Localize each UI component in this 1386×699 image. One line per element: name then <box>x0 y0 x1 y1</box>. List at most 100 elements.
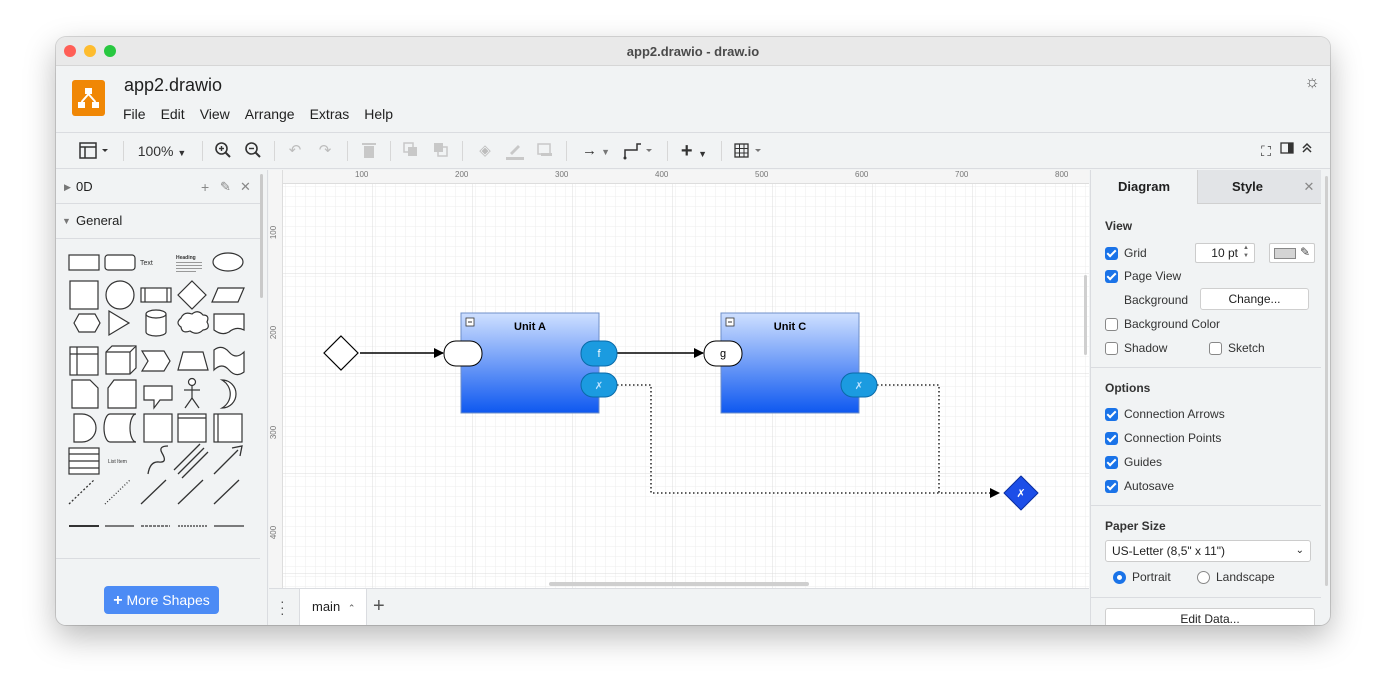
sun-icon[interactable]: ☼ <box>1304 72 1320 92</box>
edit-data-label: Edit Data... <box>1180 612 1240 625</box>
connection-style-icon[interactable]: → ▼ <box>576 141 616 161</box>
unit-a-input-port[interactable] <box>443 340 483 367</box>
grid-checkbox[interactable] <box>1105 246 1118 260</box>
guides-option[interactable]: Guides <box>1105 455 1162 469</box>
paper-size-select[interactable]: US-Letter (8,5" x 11") ⌄ <box>1105 540 1311 562</box>
unit-c-port-x-label: ✗ <box>855 381 863 392</box>
grid-color-button[interactable]: ✎ <box>1269 243 1315 263</box>
sidebar-section-0d[interactable]: ▶ 0D + ✎ ✕ <box>56 170 260 204</box>
collapse-toolbar-icon[interactable] <box>1298 141 1316 161</box>
close-icon[interactable]: ✕ <box>240 170 251 204</box>
chevron-up-icon[interactable]: ⌃ <box>348 603 356 613</box>
change-background-button[interactable]: Change... <box>1200 288 1309 310</box>
unit-a-block[interactable]: Unit A f ✗ <box>443 312 618 414</box>
shape-palette[interactable]: Text Heading List Item <box>64 248 250 548</box>
close-panel-icon[interactable]: ✕ <box>1297 170 1321 204</box>
table-icon[interactable] <box>732 141 768 161</box>
fullscreen-icon[interactable]: ⛶ <box>1256 141 1276 161</box>
insert-plus-icon[interactable]: + ▼ <box>676 141 712 161</box>
menu-help[interactable]: Help <box>364 106 400 122</box>
zoom-select[interactable]: 100% ▼ <box>132 141 192 161</box>
unit-c-port-g-label: g <box>720 348 726 360</box>
connection-points-checkbox[interactable] <box>1105 431 1118 445</box>
portrait-option[interactable]: Portrait <box>1113 570 1171 584</box>
diagram-canvas[interactable]: 100 200 300 400 500 600 700 800 100 200 … <box>269 170 1089 588</box>
menu-view[interactable]: View <box>200 106 237 122</box>
autosave-checkbox[interactable] <box>1105 479 1118 493</box>
line-color-icon[interactable] <box>504 141 526 161</box>
background-color-option[interactable]: Background Color <box>1105 317 1220 331</box>
format-panel-toggle-button[interactable] <box>76 141 112 161</box>
guides-checkbox[interactable] <box>1105 455 1118 469</box>
unit-c-title: Unit C <box>774 321 806 333</box>
canvas-vertical-scrollbar[interactable] <box>1084 275 1087 355</box>
grid-option[interactable]: Grid <box>1105 246 1147 260</box>
add-icon[interactable]: + <box>201 170 209 204</box>
panel-scrollbar[interactable] <box>1325 176 1328 586</box>
zoom-value: 100% <box>137 143 174 159</box>
close-window-button[interactable] <box>64 45 76 57</box>
sidebar-section-general[interactable]: ▼ General <box>56 204 260 238</box>
page-view-checkbox[interactable] <box>1105 269 1118 283</box>
maximize-window-button[interactable] <box>104 45 116 57</box>
landscape-radio[interactable] <box>1197 570 1210 584</box>
sketch-label: Sketch <box>1228 341 1265 355</box>
menu-arrange[interactable]: Arrange <box>245 106 302 122</box>
document-title[interactable]: app2.drawio <box>124 75 222 96</box>
end-diamond-label: ✗ <box>1016 487 1025 500</box>
sketch-option[interactable]: Sketch <box>1209 341 1265 355</box>
sidebar-scrollbar[interactable] <box>260 174 263 298</box>
end-diamond[interactable]: ✗ <box>1003 475 1039 511</box>
tab-diagram[interactable]: Diagram <box>1091 170 1197 204</box>
menu-edit[interactable]: Edit <box>161 106 192 122</box>
sketch-checkbox[interactable] <box>1209 341 1222 355</box>
page-view-label: Page View <box>1124 269 1182 283</box>
background-color-checkbox[interactable] <box>1105 317 1118 331</box>
format-panel: Diagram Style ✕ View Grid 10 pt ▲ ▼ ✎ Pag… <box>1090 170 1330 625</box>
tab-main-label: main <box>312 599 341 614</box>
menu-extras[interactable]: Extras <box>310 106 357 122</box>
menu-file[interactable]: File <box>123 106 153 122</box>
to-back-icon[interactable] <box>430 141 452 161</box>
canvas-horizontal-scrollbar[interactable] <box>549 582 809 586</box>
page-view-option[interactable]: Page View <box>1105 269 1181 283</box>
zoom-in-icon[interactable] <box>212 141 234 161</box>
connection-arrows-option[interactable]: Connection Arrows <box>1105 407 1225 421</box>
undo-icon[interactable]: ↶ <box>284 141 306 161</box>
shadow-icon[interactable] <box>534 141 556 161</box>
start-diamond[interactable] <box>323 335 359 371</box>
grid-size-stepper-icon[interactable]: ▲ ▼ <box>1243 244 1249 260</box>
landscape-label: Landscape <box>1216 570 1275 584</box>
edit-data-button[interactable]: Edit Data... <box>1105 608 1315 625</box>
app-header: app2.drawio File Edit View Arrange Extra… <box>56 66 1330 132</box>
autosave-option[interactable]: Autosave <box>1105 479 1174 493</box>
text-shape-label: Text <box>140 260 153 267</box>
redo-icon[interactable]: ↷ <box>314 141 336 161</box>
format-panel-icon[interactable] <box>1278 141 1296 161</box>
tab-main[interactable]: main ⌃ <box>299 589 367 625</box>
zoom-out-icon[interactable] <box>242 141 264 161</box>
delete-icon[interactable] <box>358 141 380 161</box>
shadow-checkbox[interactable] <box>1105 341 1118 355</box>
tab-style[interactable]: Style <box>1197 170 1297 204</box>
list-item-shape-label: List Item <box>108 459 127 465</box>
more-shapes-button[interactable]: + More Shapes <box>104 586 219 614</box>
edit-pencil-icon[interactable]: ✎ <box>220 170 231 204</box>
connection-arrows-checkbox[interactable] <box>1105 407 1118 421</box>
edge-unit-c-x-to-end[interactable] <box>877 384 940 493</box>
unit-a-port-x-label: ✗ <box>595 381 603 392</box>
unit-c-block[interactable]: Unit C g ✗ <box>703 312 878 414</box>
add-page-icon[interactable]: + <box>373 595 385 618</box>
pages-menu-icon[interactable]: · · · <box>280 594 285 620</box>
landscape-option[interactable]: Landscape <box>1197 570 1275 584</box>
shadow-label: Shadow <box>1124 341 1168 355</box>
connection-arrows-label: Connection Arrows <box>1124 407 1225 421</box>
minimize-window-button[interactable] <box>84 45 96 57</box>
connection-points-option[interactable]: Connection Points <box>1105 431 1221 445</box>
waypoints-icon[interactable] <box>621 141 657 161</box>
to-front-icon[interactable] <box>400 141 422 161</box>
fill-color-icon[interactable]: ◈ <box>474 141 496 161</box>
portrait-radio[interactable] <box>1113 570 1126 584</box>
shadow-option[interactable]: Shadow <box>1105 341 1167 355</box>
view-heading: View <box>1105 219 1133 233</box>
